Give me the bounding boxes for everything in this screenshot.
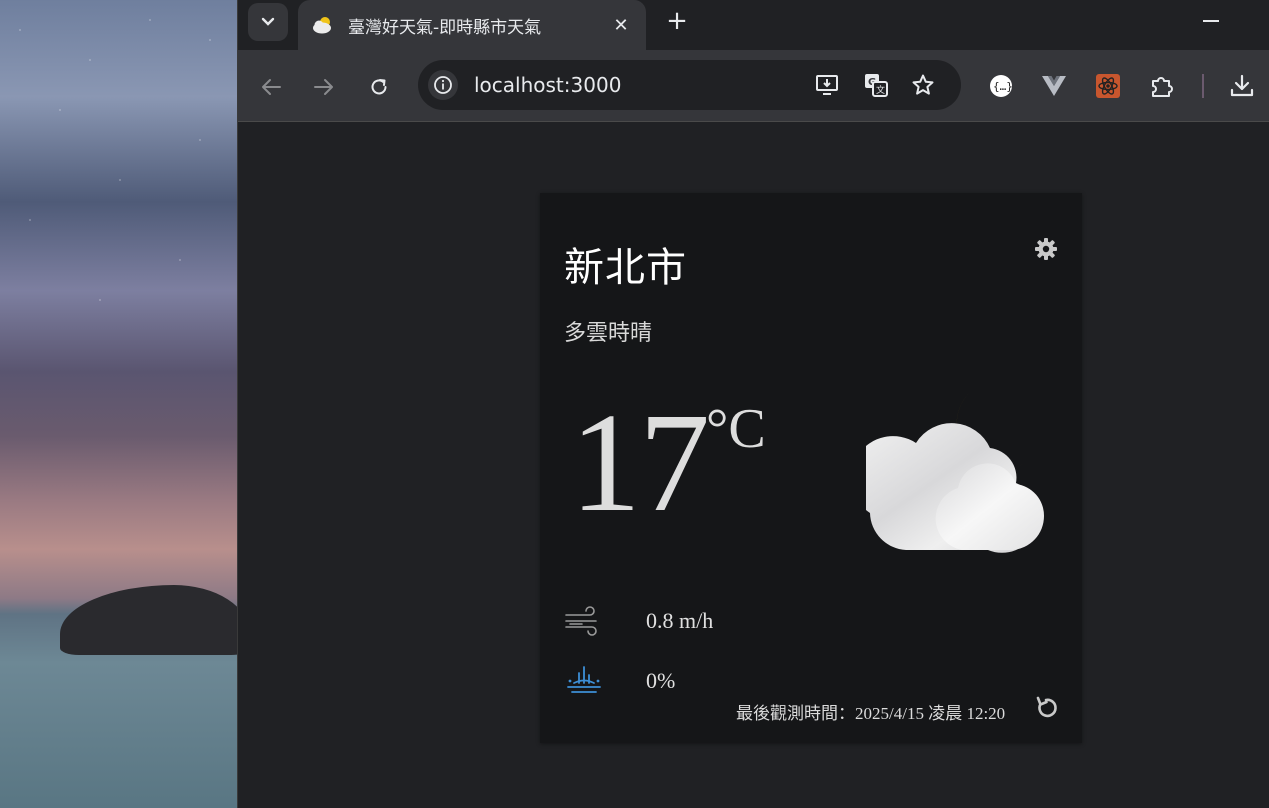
chevron-down-icon <box>261 17 275 26</box>
toolbar-divider <box>1202 74 1204 98</box>
rain-probability-value: 0% <box>646 668 676 693</box>
reload-button[interactable] <box>366 74 392 100</box>
install-app-icon <box>816 75 838 95</box>
star-icon <box>912 74 934 95</box>
vue-devtools-extension[interactable] <box>1040 72 1068 100</box>
svg-text:{…}: {…} <box>993 80 1013 93</box>
refresh-button[interactable] <box>1034 695 1060 721</box>
minimize-button[interactable] <box>1203 20 1219 22</box>
settings-button[interactable] <box>1034 237 1058 261</box>
install-app-button[interactable] <box>815 72 841 98</box>
tab-search-button[interactable] <box>248 3 288 41</box>
bookmark-button[interactable] <box>910 72 936 98</box>
address-bar[interactable]: localhost:3000 G文 <box>418 60 961 110</box>
wind-icon <box>564 605 604 637</box>
wallpaper-rock <box>60 585 237 655</box>
active-tab[interactable]: 臺灣好天氣-即時縣市天氣 ✕ <box>298 0 646 50</box>
wind-speed-value: 0.8 m/h <box>646 608 714 633</box>
partly-cloudy-icon <box>312 15 332 35</box>
tab-title: 臺灣好天氣-即時縣市天氣 <box>348 17 542 38</box>
downloads-button[interactable] <box>1228 72 1256 100</box>
observation-time: 最後觀測時間：2025/4/15 凌晨 12:20 <box>736 704 1006 723</box>
arrow-right-icon <box>314 79 333 95</box>
page-content: 新北市 多雲時晴 17 °C 0.8 m/h 0% 最後觀測時間：2025/4/… <box>238 123 1269 808</box>
rain-icon <box>564 665 604 697</box>
new-tab-button[interactable]: + <box>663 8 691 36</box>
weather-description: 多雲時晴 <box>564 321 653 346</box>
weather-card: 新北市 多雲時晴 17 °C 0.8 m/h 0% 最後觀測時間：2025/4/… <box>540 193 1082 743</box>
site-info-button[interactable] <box>428 70 458 100</box>
arrow-left-icon <box>262 79 281 95</box>
refresh-icon <box>1036 696 1057 718</box>
extensions-button[interactable] <box>1148 72 1176 100</box>
react-devtools-extension[interactable] <box>1094 72 1122 100</box>
gear-icon <box>1035 238 1057 260</box>
tab-bar: 臺灣好天氣-即時縣市天氣 ✕ + <box>238 0 1269 50</box>
tab-close-button[interactable]: ✕ <box>610 15 632 36</box>
puzzle-icon <box>1152 77 1173 97</box>
vue-devtools-icon <box>1042 76 1066 96</box>
browser-window: 臺灣好天氣-即時縣市天氣 ✕ + localhost:3000 G文 {…} 新… <box>237 0 1269 808</box>
json-formatter-extension[interactable]: {…} <box>987 72 1015 100</box>
wallpaper-stars <box>0 0 237 404</box>
react-devtools-icon <box>1096 74 1120 98</box>
temperature-value: 17 <box>570 383 710 541</box>
wind-row: 0.8 m/h <box>564 605 713 637</box>
info-icon <box>434 76 452 94</box>
translate-button[interactable]: G文 <box>863 72 889 98</box>
toolbar: localhost:3000 G文 {…} <box>238 50 1269 122</box>
location-title: 新北市 <box>564 245 687 291</box>
forward-button[interactable] <box>311 74 337 100</box>
download-icon <box>1230 74 1254 97</box>
cloudy-night-icon <box>851 388 1048 556</box>
temperature-unit: °C <box>706 398 766 460</box>
reload-icon <box>371 79 387 95</box>
rain-row: 0% <box>564 665 675 697</box>
json-formatter-icon: {…} <box>990 75 1013 97</box>
desktop-wallpaper <box>0 0 237 808</box>
translate-icon: G文 <box>865 74 888 97</box>
svg-text:文: 文 <box>876 84 885 96</box>
back-button[interactable] <box>258 74 284 100</box>
